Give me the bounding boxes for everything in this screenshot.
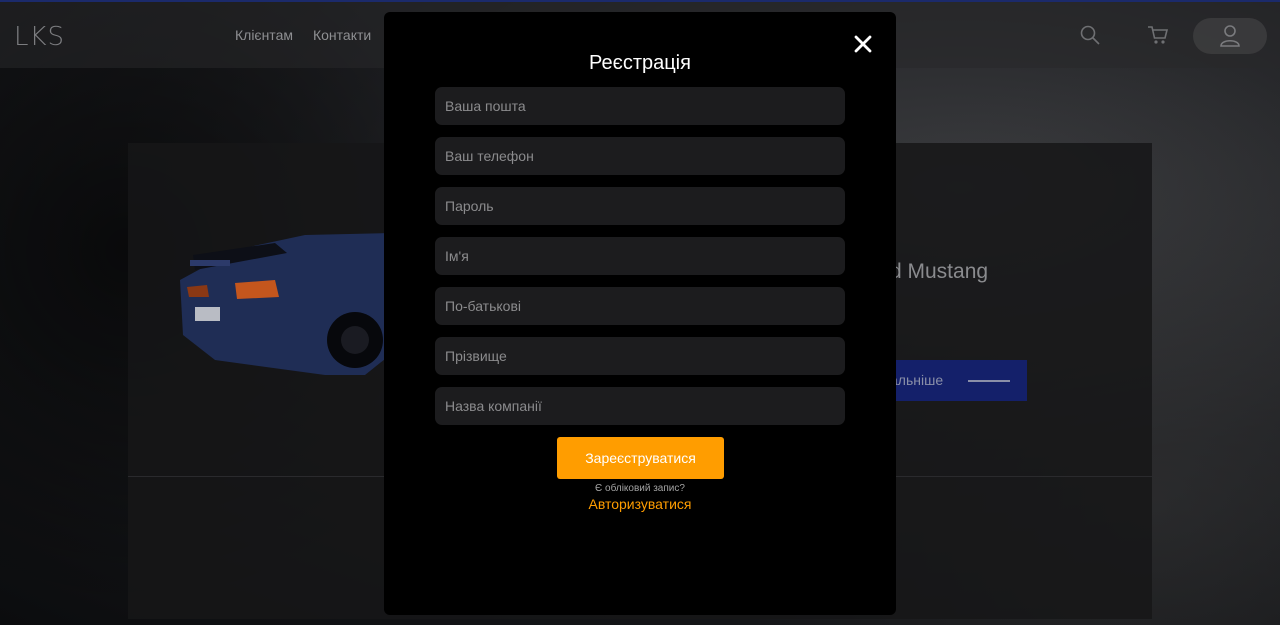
car-image: [180, 233, 390, 375]
account-button[interactable]: [1193, 18, 1267, 54]
page: LKS Клієнтам Контакти d Mustang альніше …: [0, 0, 1280, 625]
details-button[interactable]: альніше: [884, 360, 1027, 401]
email-field[interactable]: [435, 87, 845, 125]
have-account-text: Є обліковий запис?: [595, 483, 685, 494]
phone-field[interactable]: [435, 137, 845, 175]
logo[interactable]: LKS: [14, 22, 65, 52]
user-icon: [1220, 25, 1240, 47]
nav-item-contacts[interactable]: Контакти: [313, 27, 371, 43]
close-icon[interactable]: [853, 34, 873, 54]
register-button[interactable]: Зареєструватися: [557, 437, 724, 479]
search-icon[interactable]: [1079, 24, 1101, 46]
last-name-field[interactable]: [435, 337, 845, 375]
patronymic-field[interactable]: [435, 287, 845, 325]
company-field[interactable]: [435, 387, 845, 425]
password-field[interactable]: [435, 187, 845, 225]
main-nav: Клієнтам Контакти: [235, 27, 371, 43]
first-name-field[interactable]: [435, 237, 845, 275]
details-button-label: альніше: [890, 372, 944, 388]
arrow-line-icon: [968, 380, 1010, 382]
login-link[interactable]: Авторизуватися: [384, 496, 896, 512]
cart-icon[interactable]: [1147, 24, 1169, 46]
modal-title: Реєстрація: [589, 52, 691, 74]
product-title: d Mustang: [890, 260, 989, 283]
nav-item-clients[interactable]: Клієнтам: [235, 27, 293, 43]
